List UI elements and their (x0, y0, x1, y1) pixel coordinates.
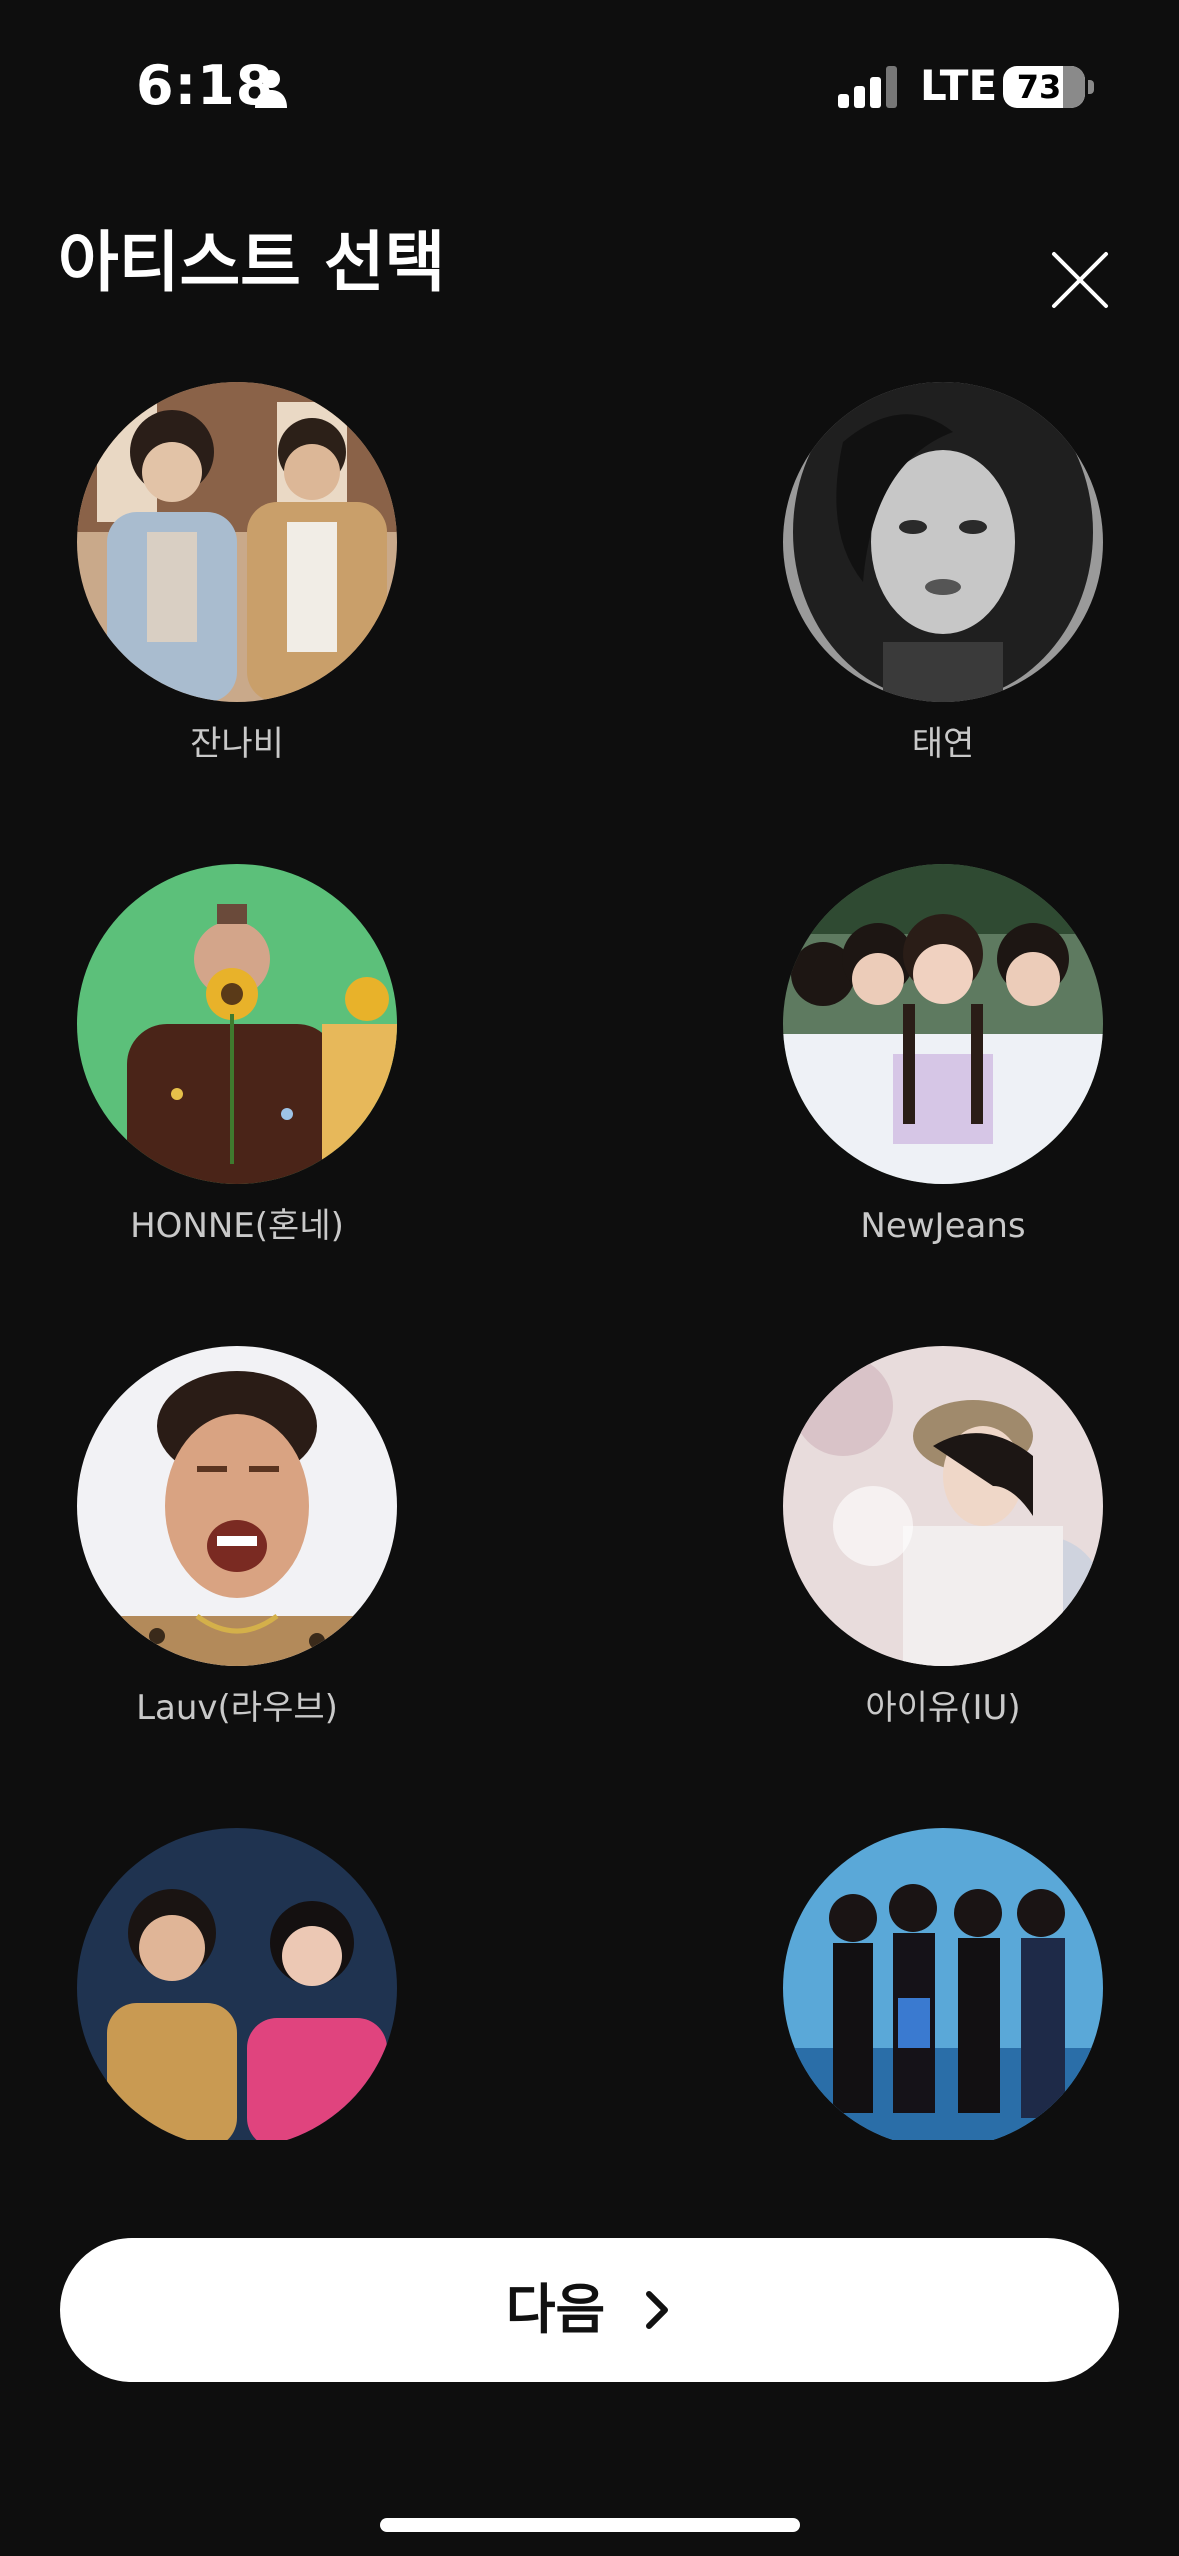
page-title: 아티스트 선택 (58, 224, 446, 301)
artist-photo (77, 1346, 397, 1666)
network-label: LTE (920, 61, 998, 110)
artist-item-8[interactable] (783, 1828, 1103, 2166)
artist-item-lauv[interactable]: Lauv(라우브) (77, 1346, 397, 1732)
home-indicator (380, 2518, 800, 2532)
artist-photo (77, 864, 397, 1184)
artist-photo (783, 1828, 1103, 2148)
artist-name: 아이유(IU) (865, 1688, 1021, 1728)
next-button[interactable]: 다음 (60, 2238, 1119, 2382)
close-button[interactable] (1040, 240, 1120, 320)
battery-level: 73 (1016, 68, 1062, 106)
artist-photo (783, 382, 1103, 702)
artist-photo (77, 382, 397, 702)
artist-name: HONNE(혼네) (130, 1206, 344, 1246)
artist-name: NewJeans (860, 1206, 1026, 1246)
artist-photo (77, 1828, 397, 2148)
artist-item-7[interactable] (77, 1828, 397, 2166)
battery-icon: 73 (1003, 66, 1085, 108)
artist-name: 잔나비 (190, 724, 284, 764)
chevron-right-icon (646, 2291, 669, 2329)
battery-cap (1088, 80, 1094, 94)
artist-item-honne[interactable]: HONNE(혼네) (77, 864, 397, 1250)
artist-name: Lauv(라우브) (136, 1688, 338, 1728)
artist-item-iu[interactable]: 아이유(IU) (783, 1346, 1103, 1732)
person-icon (255, 70, 287, 108)
artist-item-jannabi[interactable]: 잔나비 (77, 382, 397, 768)
artist-name: 태연 (911, 724, 975, 764)
artist-item-taeyeon[interactable]: 태연 (783, 382, 1103, 768)
status-bar: 6:18 LTE 73 (0, 0, 1179, 170)
artist-photo (783, 864, 1103, 1184)
artist-photo (783, 1346, 1103, 1666)
artist-item-newjeans[interactable]: NewJeans (783, 864, 1103, 1250)
next-button-label: 다음 (505, 2280, 606, 2340)
close-icon (1052, 252, 1108, 308)
signal-icon (838, 66, 897, 108)
